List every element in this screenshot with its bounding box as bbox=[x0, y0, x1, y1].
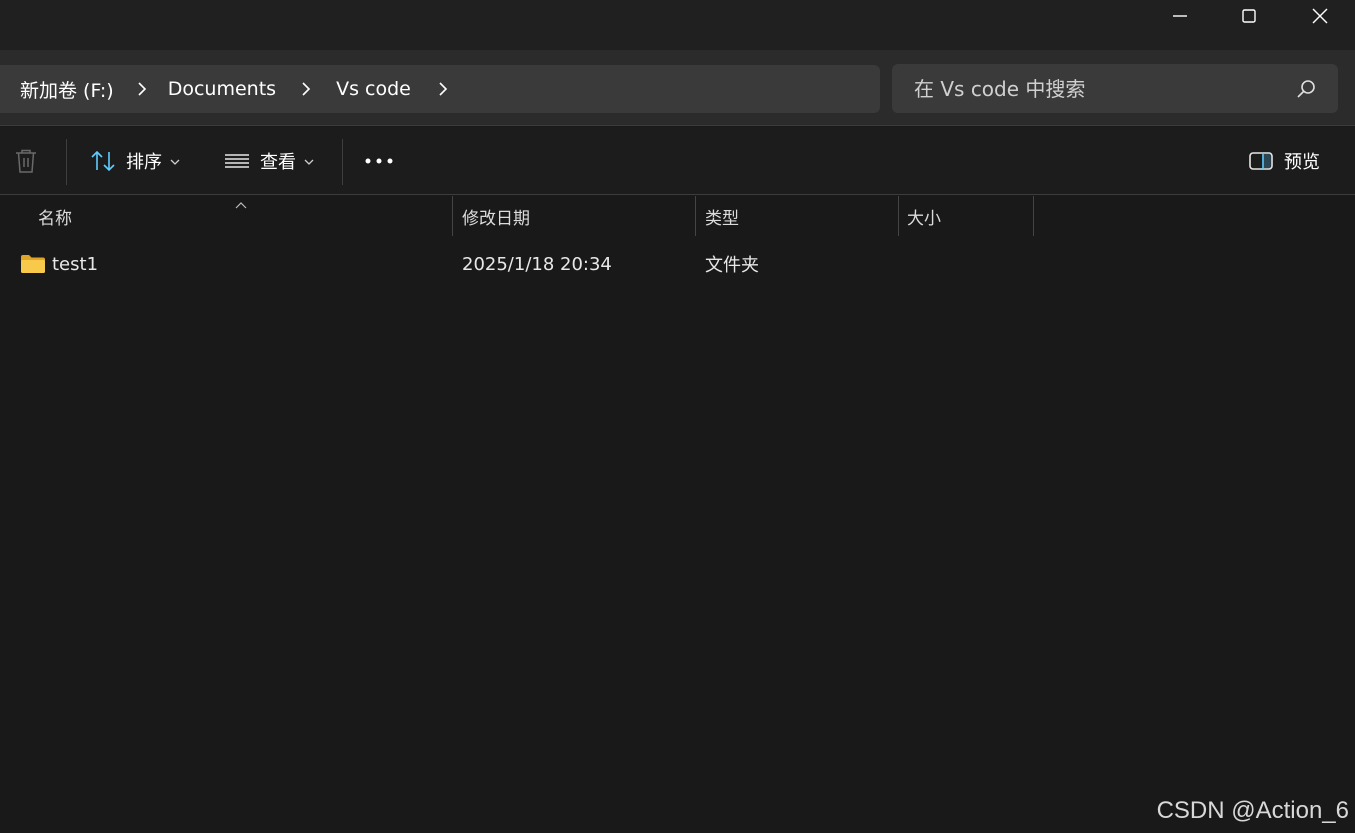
folder-icon bbox=[21, 255, 45, 273]
maximize-button[interactable] bbox=[1214, 0, 1284, 32]
column-header-name-label: 名称 bbox=[38, 208, 72, 229]
column-header-size[interactable]: 大小 bbox=[907, 196, 1032, 236]
sort-icon bbox=[91, 150, 115, 171]
more-icon bbox=[365, 158, 393, 163]
close-icon bbox=[1312, 8, 1328, 24]
search-box bbox=[892, 63, 1338, 114]
toolbar-divider bbox=[66, 139, 67, 185]
minimize-button[interactable] bbox=[1145, 0, 1215, 32]
search-input[interactable] bbox=[892, 63, 1286, 114]
list-view-icon bbox=[225, 153, 249, 168]
breadcrumb[interactable]: 新加卷 (F:) Documents Vs code bbox=[0, 65, 880, 113]
column-divider[interactable] bbox=[1033, 196, 1034, 236]
sort-ascending-icon bbox=[234, 194, 248, 213]
breadcrumb-item-documents[interactable]: Documents bbox=[168, 78, 276, 100]
trash-icon bbox=[16, 149, 36, 173]
chevron-right-icon[interactable] bbox=[288, 65, 324, 113]
chevron-right-icon[interactable] bbox=[124, 65, 160, 113]
column-divider[interactable] bbox=[695, 196, 696, 236]
preview-label: 预览 bbox=[1284, 151, 1320, 173]
column-header-modified[interactable]: 修改日期 bbox=[462, 196, 694, 236]
file-name-cell: test1 bbox=[20, 242, 98, 286]
chevron-down-icon bbox=[304, 151, 314, 170]
chevron-right-icon[interactable] bbox=[425, 65, 461, 113]
watermark: CSDN @Action_6 bbox=[1156, 797, 1349, 824]
search-icon[interactable] bbox=[1286, 69, 1326, 109]
sort-button[interactable]: 排序 bbox=[90, 127, 180, 194]
delete-button[interactable] bbox=[12, 127, 40, 194]
list-item[interactable]: test1 2025/1/18 20:34 文件夹 bbox=[0, 242, 1355, 286]
toolbar-divider bbox=[342, 139, 343, 185]
divider bbox=[0, 125, 1355, 126]
file-type: 文件夹 bbox=[705, 255, 759, 276]
minimize-icon bbox=[1173, 15, 1187, 17]
title-bar bbox=[0, 0, 1355, 50]
column-divider[interactable] bbox=[452, 196, 453, 236]
file-name: test1 bbox=[52, 253, 99, 275]
breadcrumb-item-vscode[interactable]: Vs code bbox=[336, 78, 411, 100]
close-button[interactable] bbox=[1285, 0, 1355, 32]
preview-pane-icon bbox=[1249, 151, 1273, 170]
maximize-icon bbox=[1242, 9, 1256, 23]
more-button[interactable] bbox=[362, 127, 396, 194]
address-row: 新加卷 (F:) Documents Vs code bbox=[0, 50, 1355, 125]
file-modified: 2025/1/18 20:34 bbox=[462, 253, 612, 275]
column-header-type-label: 类型 bbox=[705, 208, 739, 229]
sort-label: 排序 bbox=[126, 151, 162, 173]
divider bbox=[0, 194, 1355, 195]
view-button[interactable]: 查看 bbox=[224, 127, 314, 194]
command-bar: 排序 查看 预览 bbox=[0, 127, 1355, 194]
column-header-modified-label: 修改日期 bbox=[462, 208, 530, 229]
preview-button[interactable]: 预览 bbox=[1248, 127, 1320, 194]
chevron-down-icon bbox=[170, 151, 180, 170]
column-header-size-label: 大小 bbox=[907, 208, 941, 229]
column-header-type[interactable]: 类型 bbox=[705, 196, 897, 236]
view-label: 查看 bbox=[260, 151, 296, 173]
column-divider[interactable] bbox=[898, 196, 899, 236]
breadcrumb-item-drive[interactable]: 新加卷 (F:) bbox=[20, 76, 114, 103]
file-explorer-window: 新加卷 (F:) Documents Vs code 在 Vs code 中搜索… bbox=[0, 0, 1355, 833]
